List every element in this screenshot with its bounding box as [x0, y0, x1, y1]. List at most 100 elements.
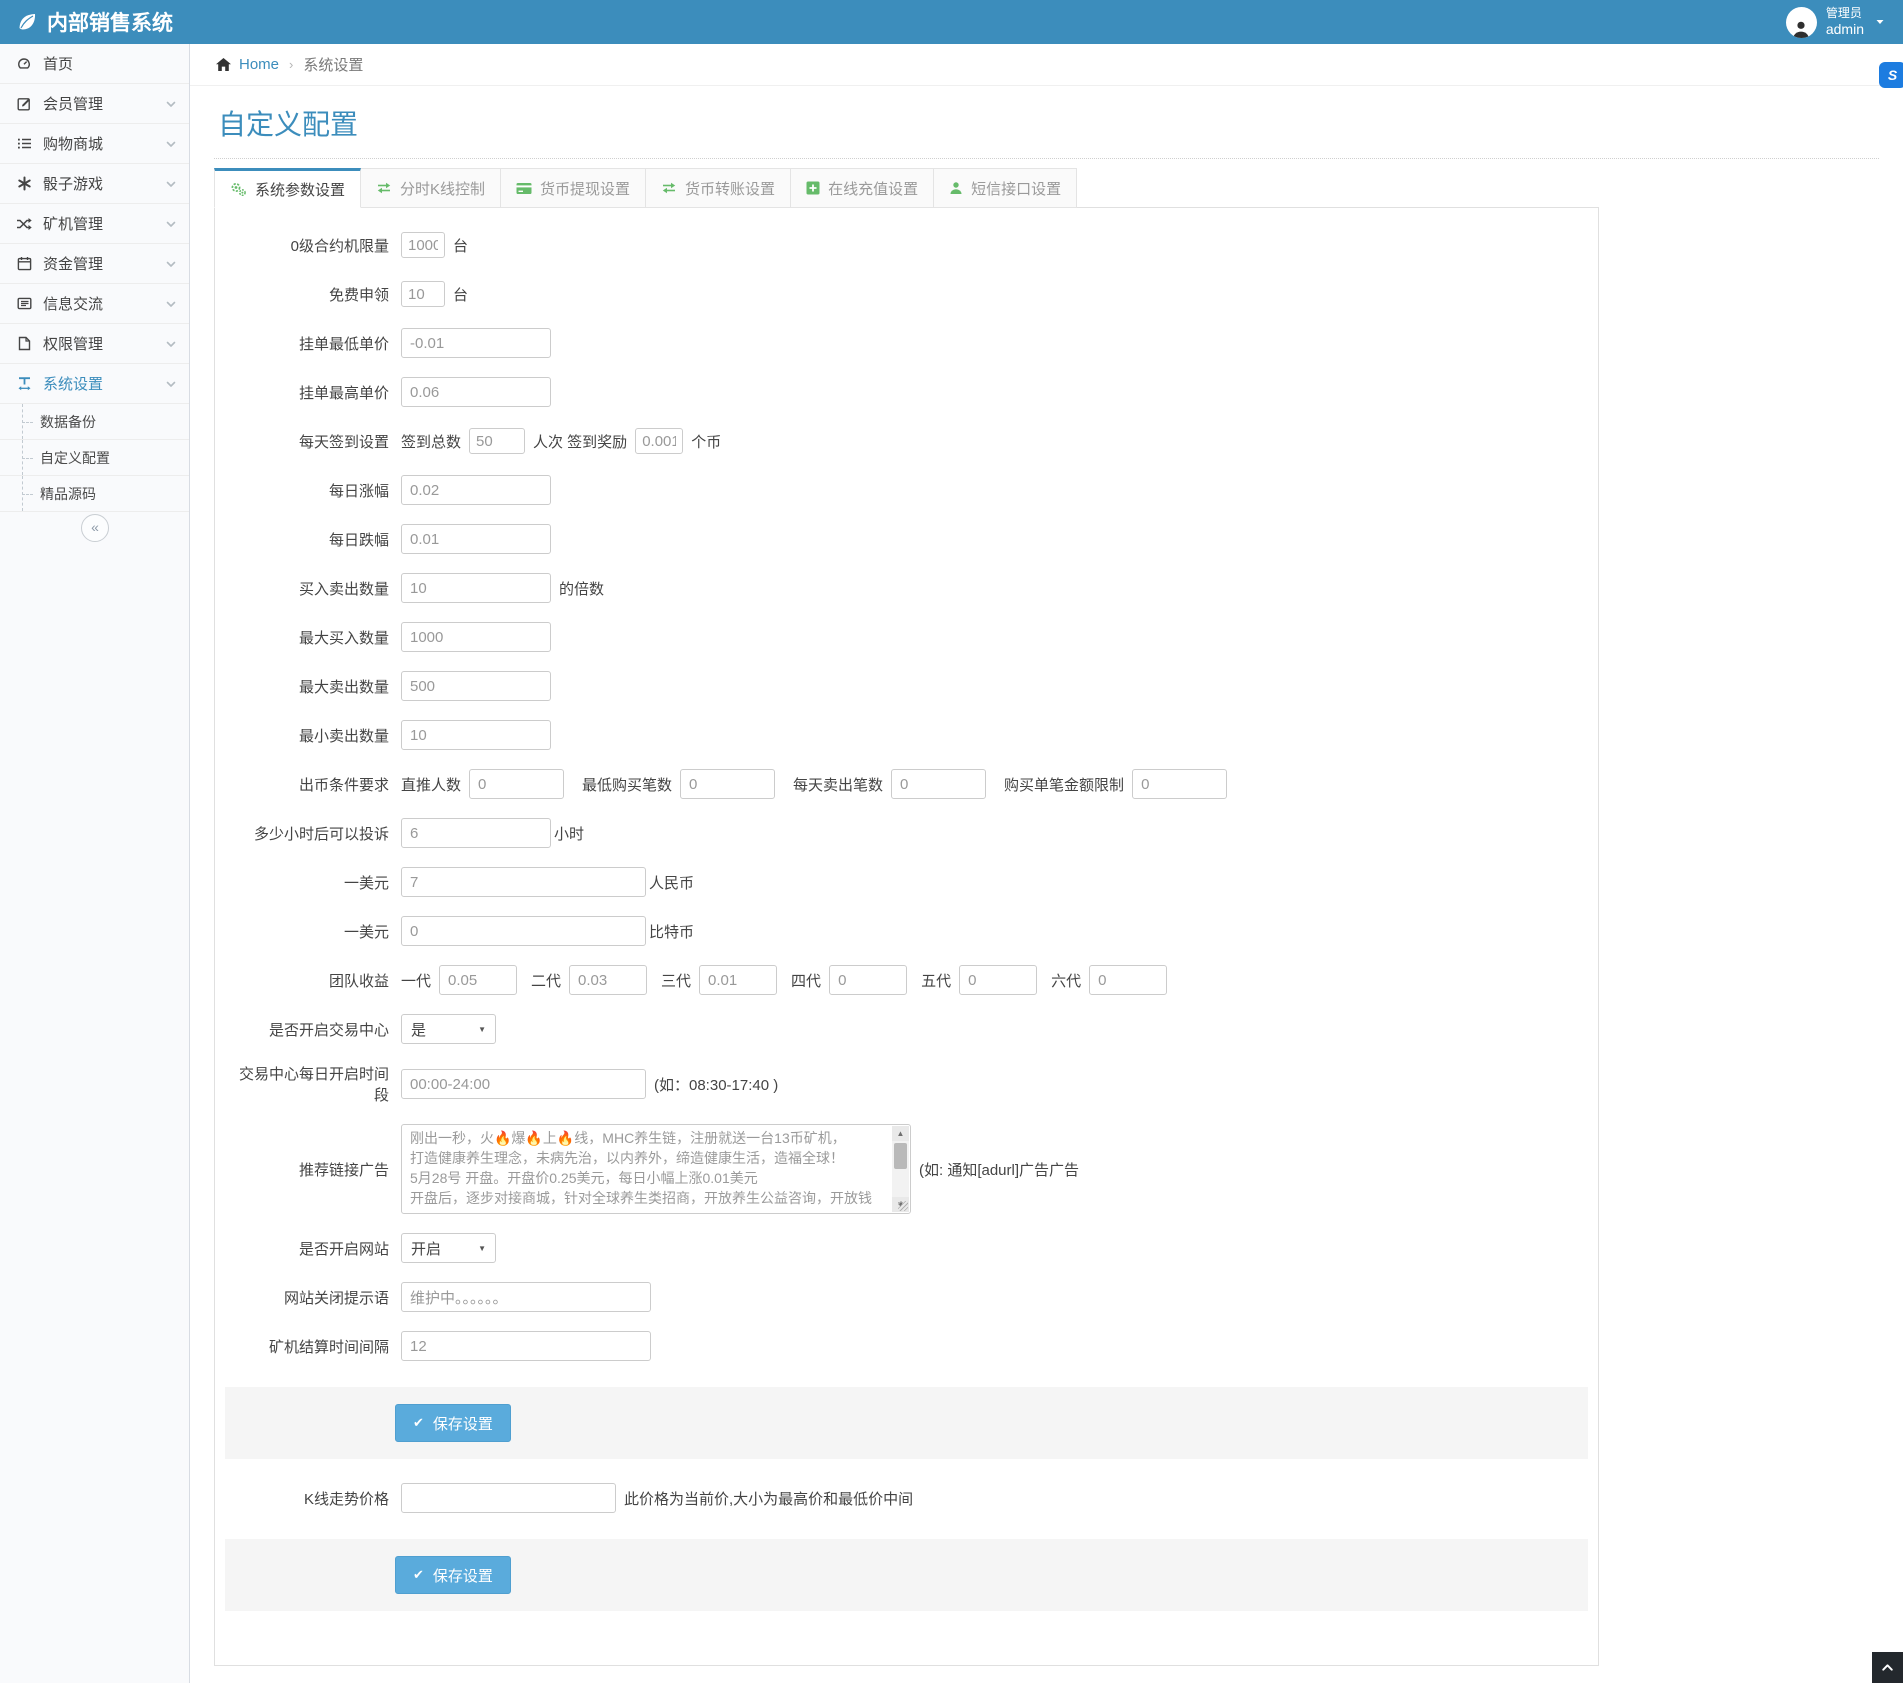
- team-income-input[interactable]: [959, 965, 1037, 995]
- max-sell-input[interactable]: [401, 671, 551, 701]
- team-income-input[interactable]: [699, 965, 777, 995]
- contract-limit-text: 台: [453, 235, 468, 256]
- sidebar-item-permissions[interactable]: 权限管理: [0, 324, 189, 364]
- team-income-text: 五代: [921, 970, 951, 991]
- sidebar-item-home[interactable]: 首页: [0, 44, 189, 84]
- team-income-input[interactable]: [569, 965, 647, 995]
- back-to-top-button[interactable]: [1872, 1652, 1903, 1683]
- user-name: admin: [1826, 21, 1864, 37]
- tab-sms-settings[interactable]: 短信接口设置: [934, 168, 1077, 208]
- sidebar-item-members[interactable]: 会员管理: [0, 84, 189, 124]
- withdraw-conditions-input[interactable]: [680, 769, 775, 799]
- form-row-withdraw-conditions: 出币条件要求直推人数最低购买笔数每天卖出笔数购买单笔金额限制: [225, 769, 1588, 799]
- daily-signin-text: 个币: [691, 431, 721, 452]
- withdraw-conditions-input[interactable]: [1132, 769, 1227, 799]
- usd-cny-text: 人民币: [649, 872, 694, 893]
- withdraw-conditions-input[interactable]: [469, 769, 564, 799]
- tab-kline-control[interactable]: 分时K线控制: [361, 168, 501, 208]
- team-income-input[interactable]: [829, 965, 907, 995]
- max-buy-input[interactable]: [401, 622, 551, 652]
- daily-rise-input[interactable]: [401, 475, 551, 505]
- scrollbar-thumb[interactable]: [894, 1143, 907, 1169]
- sidebar-item-messages[interactable]: 信息交流: [0, 284, 189, 324]
- miner-settle-interval-label: 矿机结算时间间隔: [225, 1336, 401, 1357]
- free-claim-input[interactable]: [401, 281, 445, 307]
- sidebar-subitem-custom-config[interactable]: 自定义配置: [0, 440, 189, 476]
- check-icon: ✔: [413, 1567, 424, 1583]
- daily-fall-label: 每日跌幅: [225, 529, 401, 550]
- team-income-input[interactable]: [439, 965, 517, 995]
- exchange-icon: [661, 181, 677, 195]
- withdraw-conditions-input[interactable]: [891, 769, 986, 799]
- sidebar-item-mall[interactable]: 购物商城: [0, 124, 189, 164]
- daily-signin-input[interactable]: [469, 428, 525, 454]
- recommend-ad-textarea[interactable]: 刚出一秒，火🔥爆🔥上🔥线，MHC养生链，注册就送一台13币矿机， 打造健康养生理…: [401, 1124, 911, 1214]
- save-button-2[interactable]: ✔ 保存设置: [395, 1556, 511, 1594]
- textarea-scrollbar[interactable]: ▲▼: [892, 1126, 909, 1212]
- breadcrumb-current: 系统设置: [303, 54, 363, 75]
- buy-sell-multiple-label: 买入卖出数量: [225, 578, 401, 599]
- sidebar-item-system-settings[interactable]: 系统设置: [0, 364, 189, 404]
- free-claim-label: 免费申领: [225, 284, 401, 305]
- save-button[interactable]: ✔ 保存设置: [395, 1404, 511, 1442]
- miner-settle-interval-input[interactable]: [401, 1331, 651, 1361]
- complaint-hours-input[interactable]: [401, 818, 551, 848]
- settings-panel: 0级合约机限量台免费申领台挂单最低单价挂单最高单价每天签到设置签到总数人次 签到…: [214, 207, 1599, 1666]
- user-role: 管理员: [1826, 7, 1864, 21]
- text-width-icon: [15, 376, 33, 391]
- browser-extension-badge[interactable]: S: [1879, 62, 1903, 88]
- team-income-text: 六代: [1051, 970, 1081, 991]
- buy-sell-multiple-input[interactable]: [401, 573, 551, 603]
- sidebar-item-dice-game[interactable]: 骰子游戏: [0, 164, 189, 204]
- breadcrumb: Home › 系统设置: [190, 44, 1903, 86]
- form-row-max-buy: 最大买入数量: [225, 622, 1588, 652]
- usd-btc-label: 一美元: [225, 921, 401, 942]
- contract-limit-input[interactable]: [401, 232, 445, 258]
- kline-price-input[interactable]: [401, 1483, 616, 1513]
- min-order-price-input[interactable]: [401, 328, 551, 358]
- usd-btc-input[interactable]: [401, 916, 646, 946]
- contract-limit-label: 0级合约机限量: [225, 235, 401, 256]
- daily-fall-input[interactable]: [401, 524, 551, 554]
- sidebar-item-miner[interactable]: 矿机管理: [0, 204, 189, 244]
- form-row-site-toggle: 是否开启网站开启▼: [225, 1233, 1588, 1263]
- plus-square-icon: [806, 181, 820, 195]
- tab-withdraw-settings[interactable]: 货币提现设置: [501, 168, 646, 208]
- tab-recharge-settings[interactable]: 在线充值设置: [791, 168, 934, 208]
- chevron-down-icon: [165, 378, 177, 390]
- form-row-min-sell: 最小卖出数量: [225, 720, 1588, 750]
- min-sell-input[interactable]: [401, 720, 551, 750]
- tab-system-params[interactable]: 系统参数设置: [214, 168, 361, 208]
- team-income-text: 一代: [401, 970, 431, 991]
- team-income-input[interactable]: [1089, 965, 1167, 995]
- form-row-max-sell: 最大卖出数量: [225, 671, 1588, 701]
- exchange-icon: [376, 181, 392, 195]
- min-sell-label: 最小卖出数量: [225, 725, 401, 746]
- chevron-down-icon: [165, 338, 177, 350]
- breadcrumb-home-link[interactable]: Home: [239, 56, 279, 73]
- tab-transfer-settings[interactable]: 货币转账设置: [646, 168, 791, 208]
- site-close-message-input[interactable]: [401, 1282, 651, 1312]
- sidebar-collapse-button[interactable]: «: [81, 514, 109, 542]
- max-order-price-input[interactable]: [401, 377, 551, 407]
- app-logo[interactable]: 内部销售系统: [0, 7, 190, 37]
- scroll-up-icon[interactable]: ▲: [892, 1126, 909, 1141]
- resize-grip[interactable]: [898, 1201, 908, 1211]
- sidebar: 首页会员管理购物商城骰子游戏矿机管理资金管理信息交流权限管理系统设置数据备份自定…: [0, 44, 190, 1683]
- trade-center-hours-input[interactable]: [401, 1069, 646, 1099]
- page-content: 自定义配置 系统参数设置分时K线控制货币提现设置货币转账设置在线充值设置短信接口…: [190, 103, 1903, 1666]
- form-row-team-income: 团队收益一代二代三代四代五代六代: [225, 965, 1588, 995]
- min-order-price-label: 挂单最低单价: [225, 333, 401, 354]
- site-toggle-select[interactable]: 开启▼: [401, 1233, 496, 1263]
- usd-cny-input[interactable]: [401, 867, 646, 897]
- daily-signin-text: 签到总数: [401, 431, 461, 452]
- sidebar-subitem-data-backup[interactable]: 数据备份: [0, 404, 189, 440]
- sidebar-item-funds[interactable]: 资金管理: [0, 244, 189, 284]
- chevron-up-icon: [1880, 1660, 1895, 1675]
- home-icon: [215, 57, 232, 72]
- trade-center-toggle-select[interactable]: 是▼: [401, 1014, 496, 1044]
- user-menu[interactable]: 管理员 admin: [1768, 0, 1903, 44]
- sidebar-subitem-premium-source[interactable]: 精品源码: [0, 476, 189, 512]
- daily-signin-input[interactable]: [635, 428, 683, 454]
- breadcrumb-separator: ›: [289, 57, 293, 72]
